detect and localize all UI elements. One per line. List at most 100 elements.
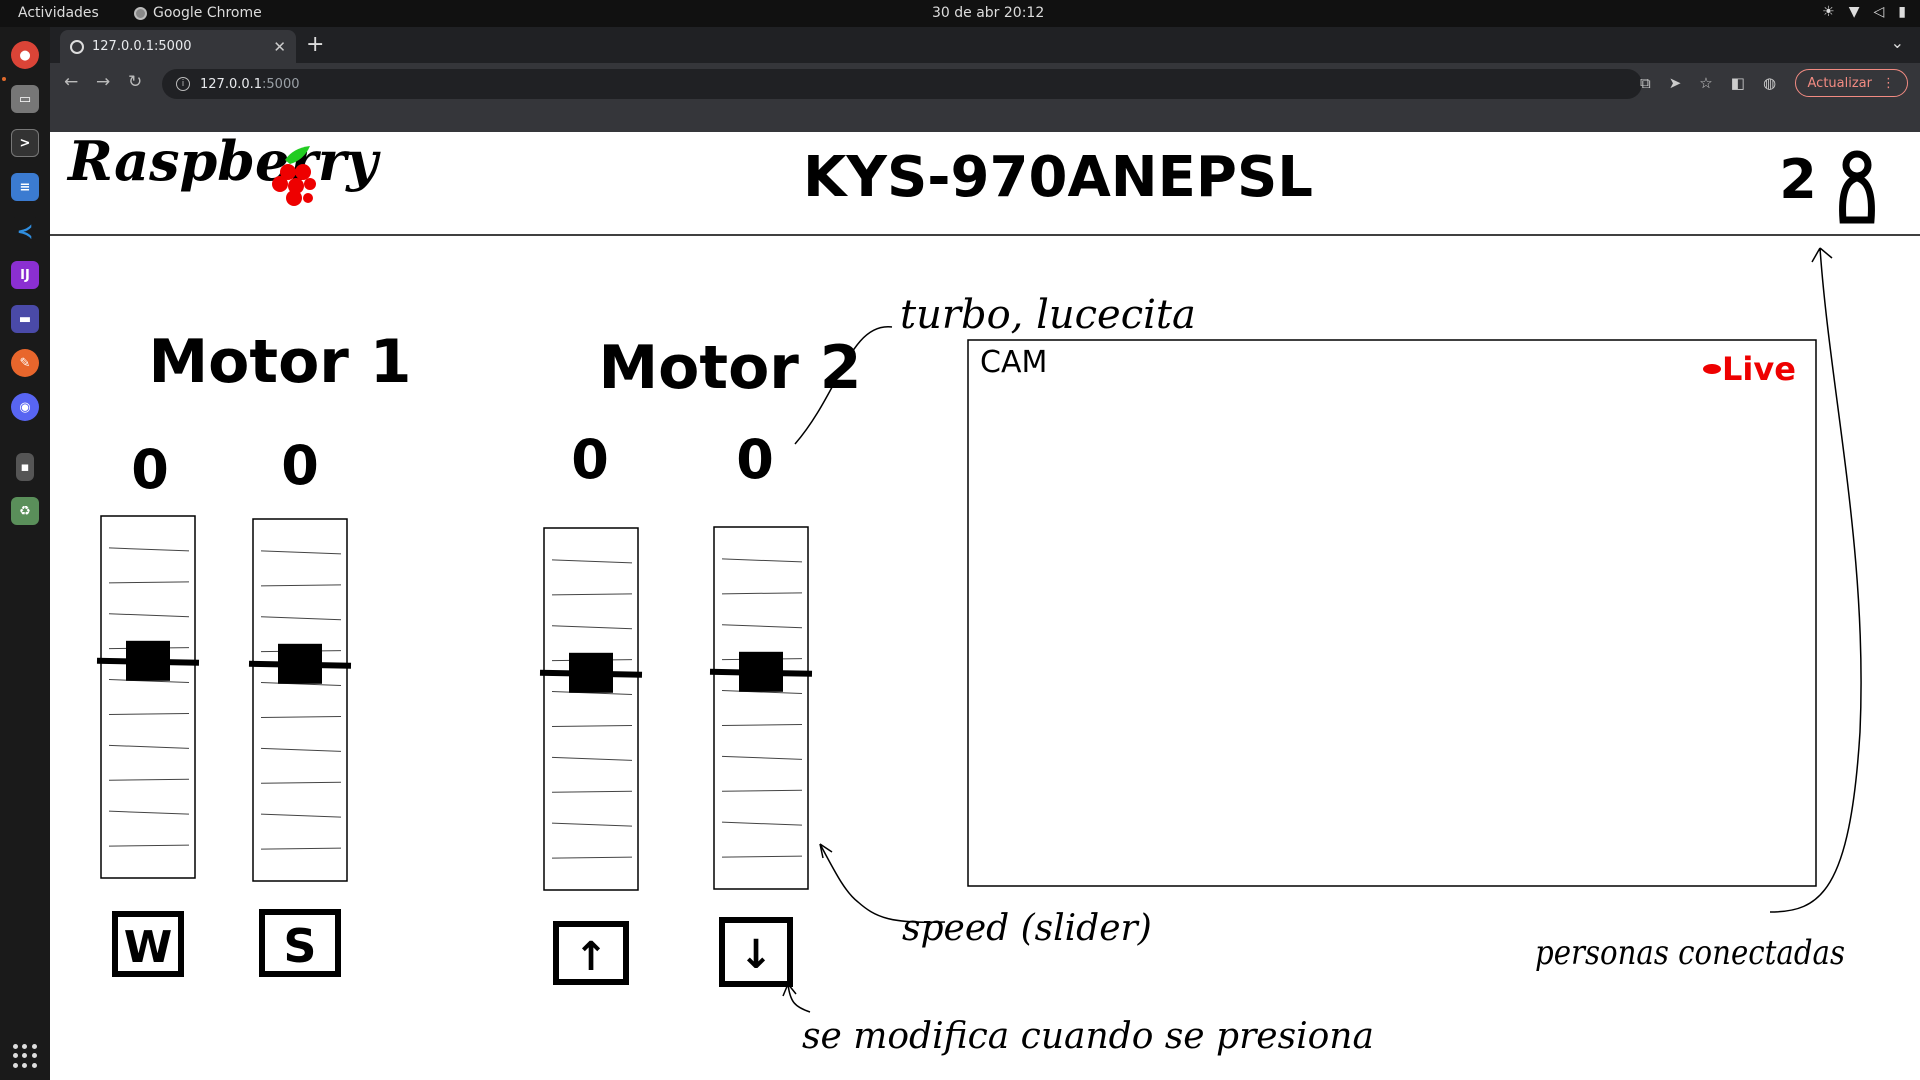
speed-slider[interactable] bbox=[709, 526, 813, 890]
app-dock-icon[interactable]: ▬ bbox=[11, 305, 39, 333]
slider-tick bbox=[108, 547, 190, 552]
discord-dock-icon[interactable]: ◉ bbox=[11, 393, 39, 421]
slider-tick bbox=[260, 584, 342, 587]
up-arrow-key-button[interactable]: ↑ bbox=[553, 921, 629, 985]
active-app-menu[interactable]: Google Chrome bbox=[134, 5, 262, 21]
slider-handle[interactable] bbox=[126, 640, 170, 681]
dock: ● ▭ > ≡ ≺ IJ ▬ ✎ ◉ ▪ ♻ bbox=[0, 27, 50, 1080]
bookmark-bar bbox=[50, 105, 1920, 132]
slider-tick bbox=[108, 778, 190, 781]
down-arrow-key-button[interactable]: ↓ bbox=[719, 917, 793, 987]
s-key-label: S bbox=[283, 919, 316, 973]
slider-handle[interactable] bbox=[278, 643, 322, 684]
chrome-app-icon bbox=[134, 6, 147, 20]
slider-tick bbox=[721, 789, 803, 792]
connected-count: 2 bbox=[1779, 148, 1817, 211]
speed-slider[interactable] bbox=[248, 518, 352, 882]
reload-icon[interactable]: ↻ bbox=[128, 72, 142, 92]
slider-tick bbox=[721, 558, 803, 563]
system-clock[interactable]: 30 de abr 20:12 bbox=[932, 5, 1044, 21]
browser-tab[interactable]: 127.0.0.1:5000 ✕ bbox=[60, 30, 296, 63]
writer-dock-icon[interactable]: ≡ bbox=[11, 173, 39, 201]
url-host: 127.0.0.1 bbox=[200, 76, 263, 92]
annotation-connected: personas conectadas bbox=[1535, 933, 1845, 973]
translate-icon[interactable]: ⧉ bbox=[1640, 74, 1651, 92]
annotation-turbo: turbo, lucecita bbox=[900, 292, 1196, 338]
slider-tick bbox=[721, 755, 803, 760]
tab-search-chevron-icon[interactable]: ⌄ bbox=[1891, 33, 1904, 52]
slider-tick bbox=[108, 581, 190, 584]
toolbar-icons: ⧉ ➤ ☆ ◧ ◍ bbox=[1640, 74, 1776, 92]
slider-tick bbox=[108, 712, 190, 715]
intellij-dock-icon[interactable]: IJ bbox=[11, 261, 39, 289]
slider-tick bbox=[108, 844, 190, 847]
side-panel-icon[interactable]: ◧ bbox=[1731, 74, 1745, 92]
profile-avatar-icon[interactable]: ◍ bbox=[1763, 74, 1776, 92]
forward-arrow-icon[interactable]: → bbox=[96, 72, 110, 92]
annotation-arrows bbox=[782, 247, 1862, 1013]
active-app-indicator bbox=[2, 77, 6, 81]
slider-tick bbox=[551, 559, 633, 564]
annotation-pressed: se modifica cuando se presiona bbox=[802, 1016, 1374, 1057]
new-tab-plus-icon[interactable]: + bbox=[306, 32, 324, 57]
slider-tick bbox=[551, 724, 633, 727]
down-arrow-icon: ↓ bbox=[739, 932, 773, 978]
slider-tick bbox=[260, 550, 342, 555]
terminal-dock-icon[interactable]: > bbox=[11, 129, 39, 157]
slider-tick bbox=[551, 756, 633, 761]
speed-slider[interactable] bbox=[539, 527, 643, 891]
speed-slider[interactable] bbox=[96, 515, 200, 879]
system-tray[interactable]: ☀ ▼ ◁ ▮ bbox=[1822, 4, 1906, 20]
browser-window: 127.0.0.1:5000 ✕ + ⌄ ← → ↻ i 127.0.0.1:5… bbox=[50, 27, 1920, 132]
annotation-speed: speed (slider) bbox=[902, 908, 1152, 949]
slider-handle[interactable] bbox=[569, 652, 613, 693]
motor-2-label: Motor 2 bbox=[598, 333, 861, 403]
kebab-menu-icon: ⋮ bbox=[1882, 75, 1895, 91]
show-apps-icon[interactable] bbox=[13, 1044, 37, 1068]
back-arrow-icon[interactable]: ← bbox=[64, 72, 78, 92]
postman-dock-icon[interactable]: ✎ bbox=[11, 349, 39, 377]
slider-track[interactable] bbox=[543, 527, 639, 891]
slider-tick bbox=[108, 810, 190, 815]
update-button[interactable]: Actualizar ⋮ bbox=[1794, 69, 1908, 97]
slider-tick bbox=[551, 593, 633, 596]
tab-title: 127.0.0.1:5000 bbox=[92, 39, 192, 54]
close-icon[interactable]: ✕ bbox=[273, 38, 286, 56]
web-page: Raspberry KYS-970ANEPSL 2 Motor 1 Motor … bbox=[50, 132, 1920, 1080]
volume-icon: ◁ bbox=[1873, 4, 1885, 20]
motor-2-slider-1-value: 0 bbox=[571, 428, 609, 491]
trash-dock-icon[interactable]: ♻ bbox=[11, 497, 39, 525]
slider-tick bbox=[721, 592, 803, 595]
slider-tick bbox=[721, 821, 803, 826]
camera-panel: CAM Live bbox=[967, 339, 1817, 887]
slider-tick bbox=[108, 613, 190, 618]
slider-tick bbox=[108, 744, 190, 749]
slider-track[interactable] bbox=[252, 518, 348, 882]
address-bar[interactable]: i 127.0.0.1:5000 bbox=[162, 69, 1642, 99]
battery-icon: ▮ bbox=[1898, 4, 1906, 20]
slider-track[interactable] bbox=[713, 526, 809, 890]
slider-handle[interactable] bbox=[739, 651, 783, 692]
slider-track[interactable] bbox=[100, 515, 196, 879]
vscode-dock-icon[interactable]: ≺ bbox=[11, 217, 39, 245]
camera-label: CAM bbox=[980, 345, 1047, 380]
chrome-dock-icon[interactable]: ● bbox=[11, 41, 39, 69]
url-port: :5000 bbox=[262, 76, 300, 92]
globe-icon bbox=[70, 39, 84, 54]
w-key-button[interactable]: W bbox=[112, 911, 184, 977]
wireframe-sketch: Raspberry KYS-970ANEPSL 2 Motor 1 Motor … bbox=[50, 132, 1920, 1057]
wifi-icon: ▼ bbox=[1848, 4, 1860, 20]
files-dock-icon[interactable]: ▭ bbox=[11, 85, 39, 113]
live-indicator: Live bbox=[1722, 350, 1796, 388]
browser-toolbar: ← → ↻ i 127.0.0.1:5000 ⧉ ➤ ☆ ◧ ◍ Actuali… bbox=[50, 63, 1920, 105]
slider-tick bbox=[260, 847, 342, 850]
site-info-icon[interactable]: i bbox=[176, 77, 190, 91]
s-key-button[interactable]: S bbox=[259, 909, 341, 977]
send-icon[interactable]: ➤ bbox=[1669, 74, 1682, 92]
activities-button[interactable]: Actividades bbox=[18, 5, 99, 21]
slider-tick bbox=[260, 781, 342, 784]
slider-tick bbox=[551, 625, 633, 630]
usb-drive-dock-icon[interactable]: ▪ bbox=[16, 453, 34, 481]
room-code: KYS-970ANEPSL bbox=[803, 145, 1313, 210]
bookmark-star-icon[interactable]: ☆ bbox=[1699, 74, 1712, 92]
